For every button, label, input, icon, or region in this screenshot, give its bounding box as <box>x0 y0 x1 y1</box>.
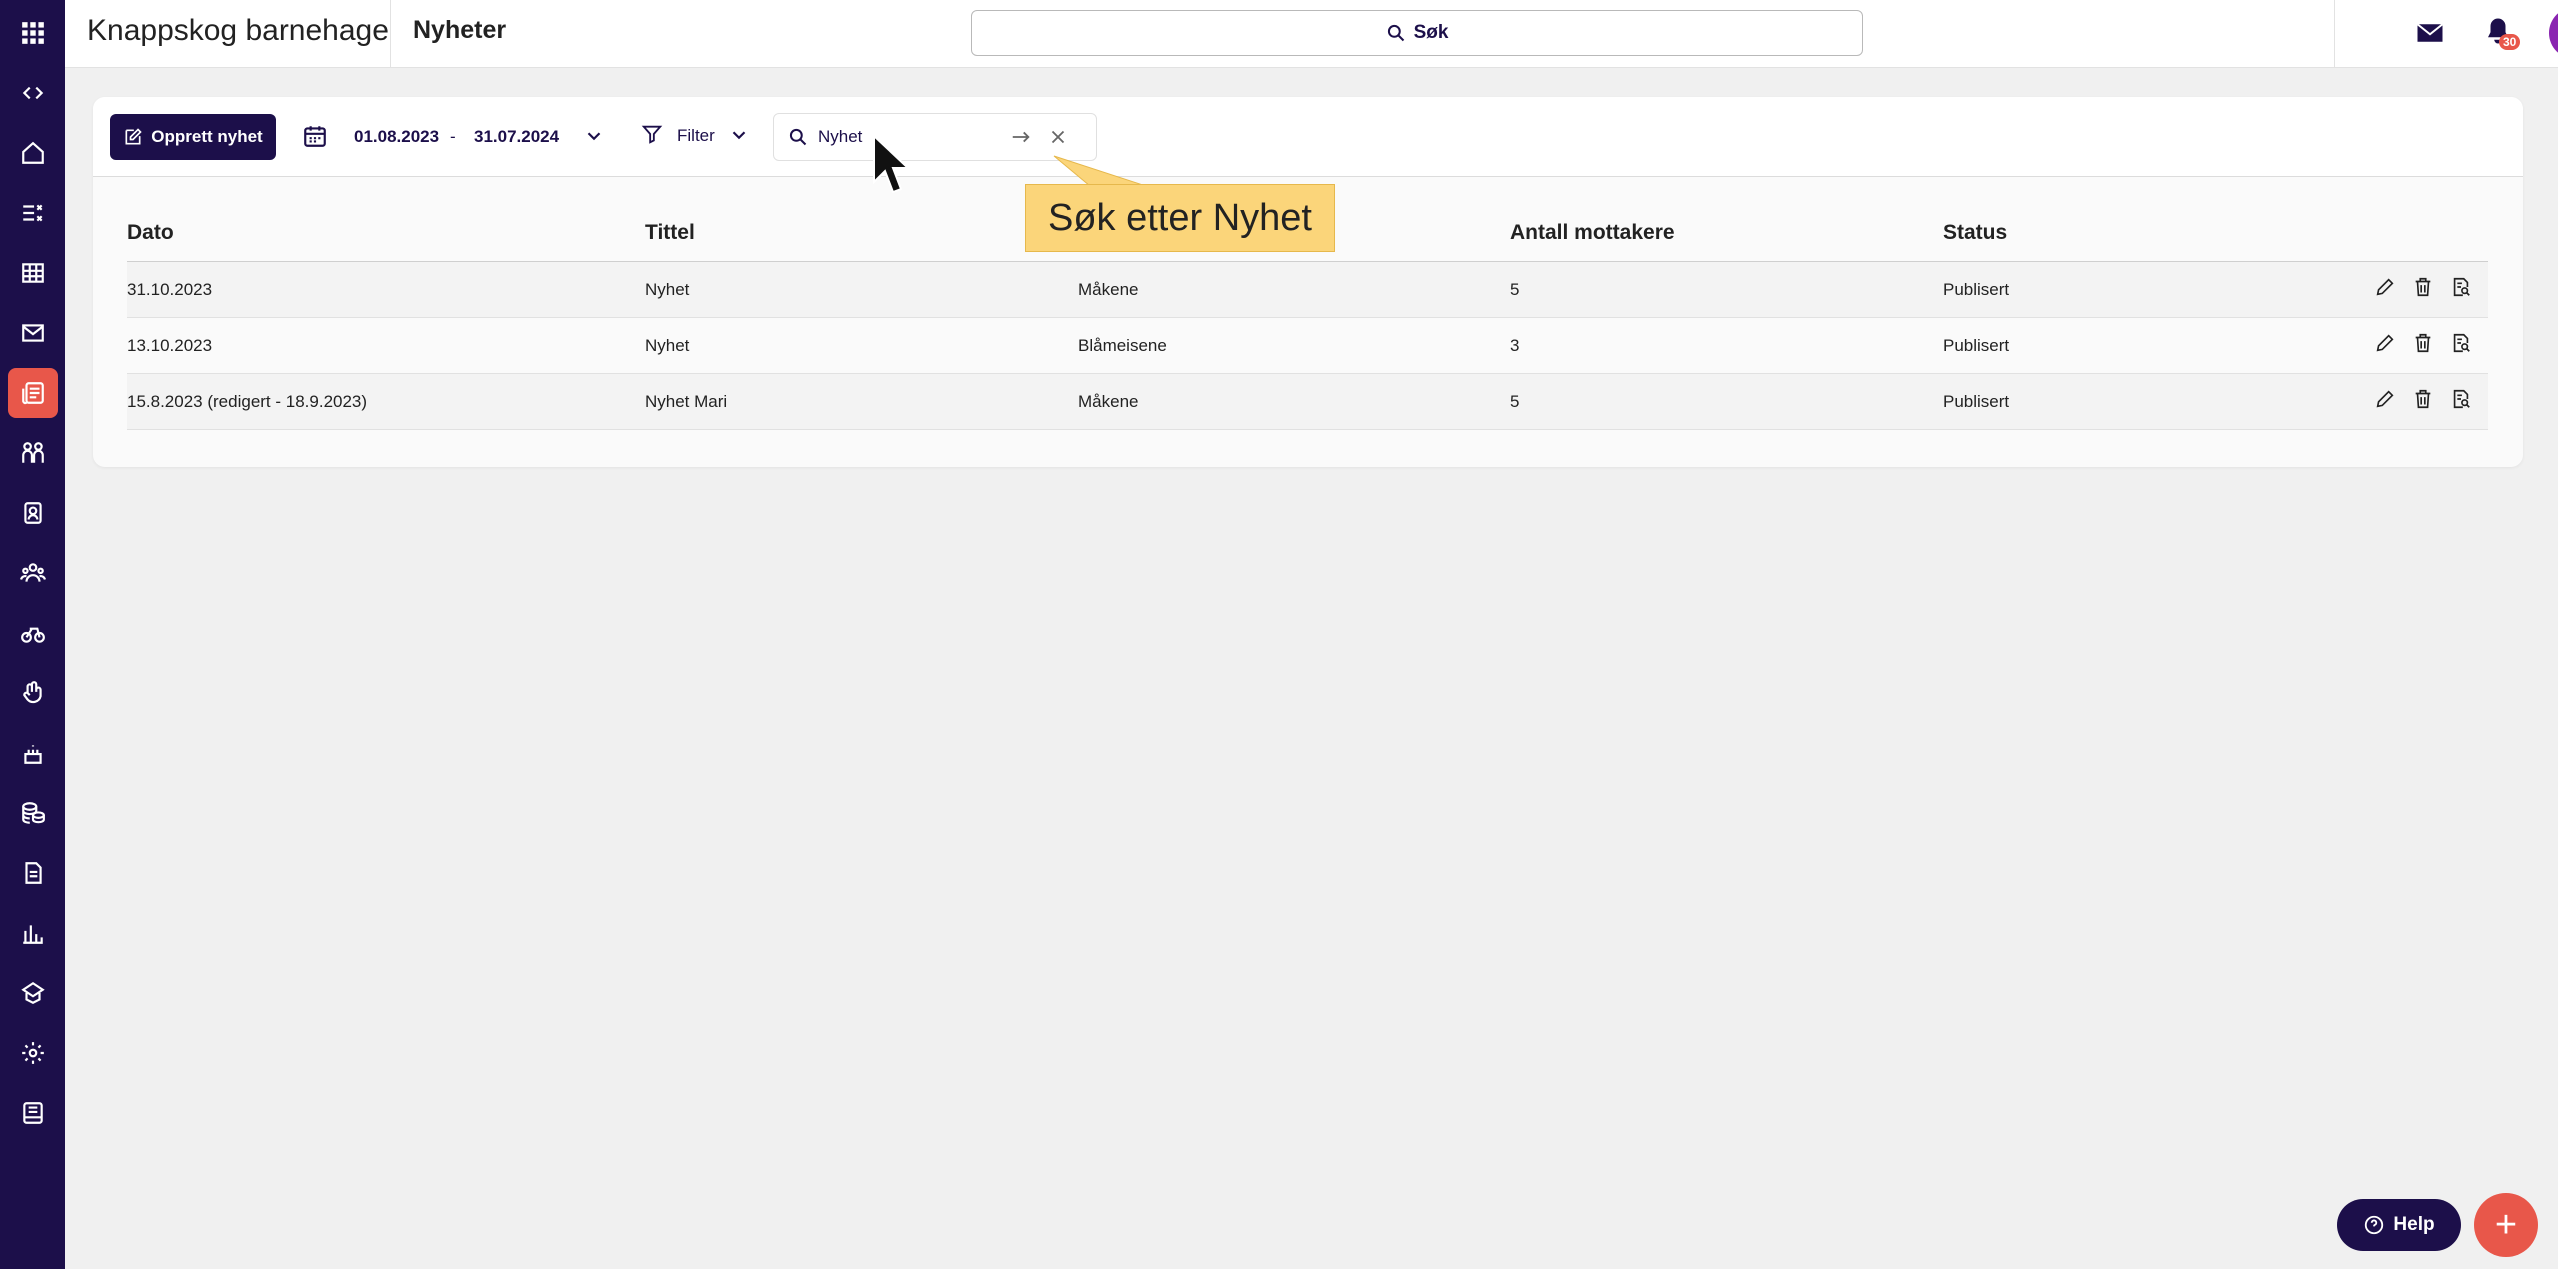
pencil-icon[interactable] <box>2374 388 2398 412</box>
groups-icon[interactable] <box>8 548 58 598</box>
badge-icon[interactable] <box>8 488 58 538</box>
document-icon[interactable] <box>8 848 58 898</box>
cell-gruppe: Måkene <box>1078 392 1139 411</box>
envelope-icon <box>2416 23 2444 42</box>
date-from[interactable]: 01.08.2023 <box>354 127 439 147</box>
create-news-label: Opprett nyhet <box>151 127 263 146</box>
messages-button[interactable] <box>2415 18 2447 50</box>
column-header-dato[interactable]: Dato <box>127 221 174 245</box>
date-separator: - <box>450 127 456 146</box>
edit-square-icon <box>125 128 142 145</box>
trash-icon[interactable] <box>2412 332 2436 356</box>
table-row[interactable]: 15.8.2023 (redigert - 18.9.2023) Nyhet M… <box>127 374 2488 430</box>
search-icon <box>1387 24 1404 42</box>
chevron-down-icon[interactable] <box>583 125 607 149</box>
cell-status: Publisert <box>1943 336 2010 355</box>
collapse-sidebar-icon[interactable] <box>8 68 58 118</box>
news-card: Opprett nyhet 01.08.2023 - 31.07.2024 Fi… <box>93 97 2523 467</box>
bicycle-icon[interactable] <box>8 608 58 658</box>
global-search-label: Søk <box>1413 22 1449 43</box>
row-actions <box>2374 276 2474 300</box>
cell-dato: 31.10.2023 <box>127 280 213 299</box>
checklist-icon[interactable] <box>8 188 58 238</box>
coins-icon[interactable] <box>8 788 58 838</box>
cake-icon[interactable] <box>8 728 58 778</box>
hand-icon[interactable] <box>8 668 58 718</box>
cell-antall: 5 <box>1510 392 1520 411</box>
add-fab-button[interactable]: + <box>2474 1193 2538 1257</box>
filter-chevron-down-icon[interactable] <box>728 124 752 148</box>
callout-tail <box>1053 155 1147 186</box>
table-row[interactable]: 31.10.2023 Nyhet Måkene 5 Publisert <box>127 262 2488 318</box>
trash-icon[interactable] <box>2412 388 2436 412</box>
bar-chart-icon[interactable] <box>8 908 58 958</box>
help-circle-icon <box>2365 1215 2384 1235</box>
calendar-icon[interactable] <box>302 123 328 149</box>
cell-tittel: Nyhet <box>645 336 690 355</box>
filter-funnel-icon[interactable] <box>641 123 665 147</box>
top-bar: Knappskog barnehage Nyheter Søk 30 IV <box>65 0 2558 68</box>
notification-count-badge: 30 <box>2499 34 2521 50</box>
preview-document-icon[interactable] <box>2450 388 2474 412</box>
cell-gruppe: Måkene <box>1078 280 1139 299</box>
handbook-icon[interactable] <box>8 1088 58 1138</box>
pencil-icon[interactable] <box>2374 276 2398 300</box>
news-icon[interactable] <box>7 368 58 418</box>
header-divider-right <box>2334 0 2335 68</box>
create-news-button[interactable]: Opprett nyhet <box>110 114 276 160</box>
school-icon[interactable] <box>8 968 58 1018</box>
row-actions <box>2374 388 2474 412</box>
cell-status: Publisert <box>1943 280 2010 299</box>
notifications-button[interactable]: 30 <box>2483 16 2521 50</box>
search-tooltip: Søk etter Nyhet <box>1025 184 1335 252</box>
header-divider <box>390 0 391 68</box>
cell-antall: 5 <box>1510 280 1520 299</box>
close-icon[interactable] <box>1047 126 1071 150</box>
children-icon[interactable] <box>8 428 58 478</box>
row-actions <box>2374 332 2474 356</box>
search-icon <box>788 127 808 147</box>
date-to[interactable]: 31.07.2024 <box>474 127 559 147</box>
calendar-grid-icon[interactable] <box>8 248 58 298</box>
mail-icon[interactable] <box>8 308 58 358</box>
cell-tittel: Nyhet <box>645 280 690 299</box>
preview-document-icon[interactable] <box>2450 276 2474 300</box>
column-header-antall[interactable]: Antall mottakere <box>1510 221 1675 245</box>
news-toolbar: Opprett nyhet 01.08.2023 - 31.07.2024 Fi… <box>93 97 2523 177</box>
trash-icon[interactable] <box>2412 276 2436 300</box>
column-header-tittel[interactable]: Tittel <box>645 221 695 245</box>
user-avatar[interactable]: IV <box>2549 7 2558 59</box>
help-label: Help <box>2393 1214 2435 1235</box>
preview-document-icon[interactable] <box>2450 332 2474 356</box>
cell-antall: 3 <box>1510 336 1520 355</box>
filter-button[interactable]: Filter <box>677 126 715 146</box>
arrow-right-icon[interactable] <box>1010 126 1034 150</box>
home-icon[interactable] <box>8 128 58 178</box>
pencil-icon[interactable] <box>2374 332 2398 356</box>
global-search-input[interactable]: Søk <box>971 10 1863 56</box>
cell-dato: 13.10.2023 <box>127 336 213 355</box>
column-header-status[interactable]: Status <box>1943 221 2007 245</box>
cell-gruppe: Blåmeisene <box>1078 336 1167 355</box>
sidebar <box>0 0 65 1269</box>
cell-tittel: Nyhet Mari <box>645 392 728 411</box>
kindergarten-name[interactable]: Knappskog barnehage <box>87 14 389 48</box>
page-title: Nyheter <box>413 16 507 44</box>
apps-grid-icon[interactable] <box>8 8 58 58</box>
mouse-cursor-icon <box>873 134 911 194</box>
news-search-box[interactable] <box>773 113 1097 161</box>
cell-status: Publisert <box>1943 392 2010 411</box>
cell-dato: 15.8.2023 (redigert - 18.9.2023) <box>127 392 368 411</box>
table-row[interactable]: 13.10.2023 Nyhet Blåmeisene 3 Publisert <box>127 318 2488 374</box>
settings-gear-icon[interactable] <box>8 1028 58 1078</box>
help-button[interactable]: Help <box>2337 1199 2461 1251</box>
